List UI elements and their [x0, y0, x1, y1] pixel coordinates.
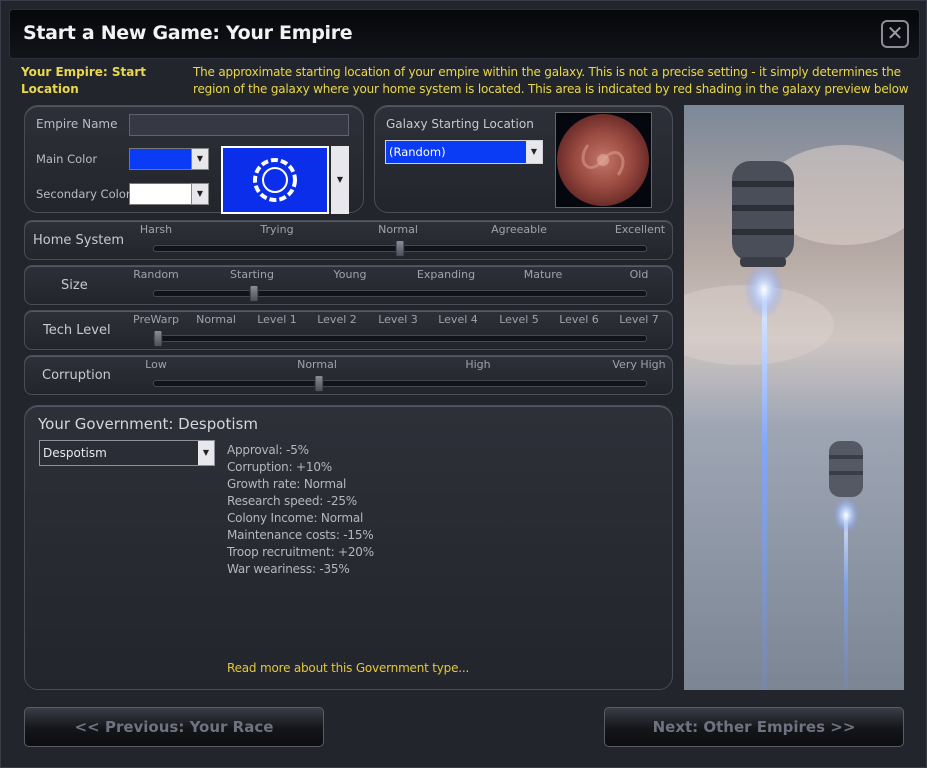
tick-mature: Mature	[523, 268, 563, 281]
stat-growth-rate: Growth rate: Normal	[227, 477, 347, 491]
galaxy-panel: Galaxy Starting Location (Random) ▼	[374, 105, 673, 213]
race-preview-image	[684, 105, 904, 690]
tick-very-high: Very High	[612, 358, 666, 371]
title-bar: Start a New Game: Your Empire ✕	[9, 9, 920, 59]
government-select-value: Despotism	[43, 446, 107, 460]
government-select[interactable]: Despotism ▼	[39, 440, 215, 466]
home-system-label: Home System	[33, 233, 124, 248]
tech-level-slider-thumb[interactable]	[153, 330, 163, 347]
galaxy-location-value: (Random)	[389, 145, 446, 159]
tick-level-7: Level 7	[619, 313, 659, 326]
corruption-slider-thumb[interactable]	[314, 375, 324, 392]
tick-level-5: Level 5	[499, 313, 539, 326]
tick-harsh: Harsh	[139, 223, 173, 236]
tick-old: Old	[629, 268, 649, 281]
read-more-link[interactable]: Read more about this Government type...	[227, 661, 469, 675]
help-text: The approximate starting location of you…	[193, 65, 909, 96]
tick-expanding: Expanding	[416, 268, 476, 281]
stat-research-speed: Research speed: -25%	[227, 494, 357, 508]
tech-level-track[interactable]	[153, 335, 647, 342]
tick-low: Low	[145, 358, 167, 371]
tick-level-2: Level 2	[317, 313, 357, 326]
tick-level-4: Level 4	[438, 313, 478, 326]
stat-corruption: Corruption: +10%	[227, 460, 332, 474]
stat-war-weariness: War weariness: -35%	[227, 562, 350, 576]
new-game-window: Start a New Game: Your Empire ✕ Your Emp…	[0, 0, 927, 768]
government-title: Your Government: Despotism	[38, 415, 258, 433]
tech-level-slider-panel: Tech Level PreWarp Normal Level 1 Level …	[24, 310, 673, 350]
galaxy-location-label: Galaxy Starting Location	[386, 117, 534, 131]
corruption-slider-panel: Corruption Low Normal High Very High	[24, 355, 673, 395]
tick-level-3: Level 3	[378, 313, 418, 326]
size-label: Size	[61, 278, 88, 293]
secondary-color-label: Secondary Color	[36, 187, 131, 201]
chevron-down-icon[interactable]: ▼	[191, 148, 209, 170]
chevron-down-icon[interactable]: ▼	[526, 141, 542, 163]
galaxy-preview	[555, 112, 652, 208]
tick-prewarp: PreWarp	[133, 313, 179, 326]
spaceship-scene-image	[684, 105, 904, 690]
stat-maintenance-costs: Maintenance costs: -15%	[227, 528, 374, 542]
stat-colony-income: Colony Income: Normal	[227, 511, 364, 525]
next-button[interactable]: Next: Other Empires >>	[604, 707, 904, 747]
corruption-label: Corruption	[42, 368, 111, 383]
previous-button[interactable]: << Previous: Your Race	[24, 707, 324, 747]
size-slider-thumb[interactable]	[249, 285, 259, 302]
help-label: Your Empire: Start Location	[21, 65, 147, 96]
corruption-track[interactable]	[153, 380, 647, 387]
tick-normal: Normal	[297, 358, 337, 371]
home-system-slider-thumb[interactable]	[395, 240, 405, 257]
chevron-down-icon[interactable]: ▼	[191, 183, 209, 205]
tech-level-label: Tech Level	[43, 323, 111, 338]
tick-normal: Normal	[196, 313, 236, 326]
empire-panel: Empire Name Main Color ▼ Secondary Color…	[24, 105, 364, 214]
flag-chevron-down-icon[interactable]: ▼	[331, 146, 349, 214]
tick-agreeable: Agreeable	[491, 223, 547, 236]
window-title: Start a New Game: Your Empire	[23, 22, 353, 44]
empire-flag[interactable]	[221, 146, 329, 214]
galaxy-location-select[interactable]: (Random) ▼	[385, 140, 543, 164]
tick-normal: Normal	[378, 223, 418, 236]
galaxy-preview-icon	[557, 114, 649, 206]
chain-ring-emblem-icon	[253, 158, 297, 202]
tick-starting: Starting	[230, 268, 274, 281]
empire-name-label: Empire Name	[36, 117, 118, 131]
empire-name-input[interactable]	[129, 114, 349, 136]
close-icon[interactable]: ✕	[881, 20, 909, 48]
main-color-label: Main Color	[36, 152, 98, 166]
tick-young: Young	[333, 268, 367, 281]
stat-troop-recruitment: Troop recruitment: +20%	[227, 545, 374, 559]
size-track[interactable]	[153, 290, 647, 297]
tick-level-1: Level 1	[257, 313, 297, 326]
tick-high: High	[465, 358, 491, 371]
chevron-down-icon[interactable]: ▼	[198, 441, 214, 465]
government-panel: Your Government: Despotism Despotism ▼ A…	[24, 405, 673, 690]
stat-approval: Approval: -5%	[227, 443, 309, 457]
size-slider-panel: Size Random Starting Young Expanding Mat…	[24, 265, 673, 305]
tick-excellent: Excellent	[614, 223, 666, 236]
tick-random: Random	[133, 268, 179, 281]
tick-level-6: Level 6	[559, 313, 599, 326]
home-system-slider-panel: Home System Harsh Trying Normal Agreeabl…	[24, 220, 673, 260]
tick-trying: Trying	[260, 223, 294, 236]
